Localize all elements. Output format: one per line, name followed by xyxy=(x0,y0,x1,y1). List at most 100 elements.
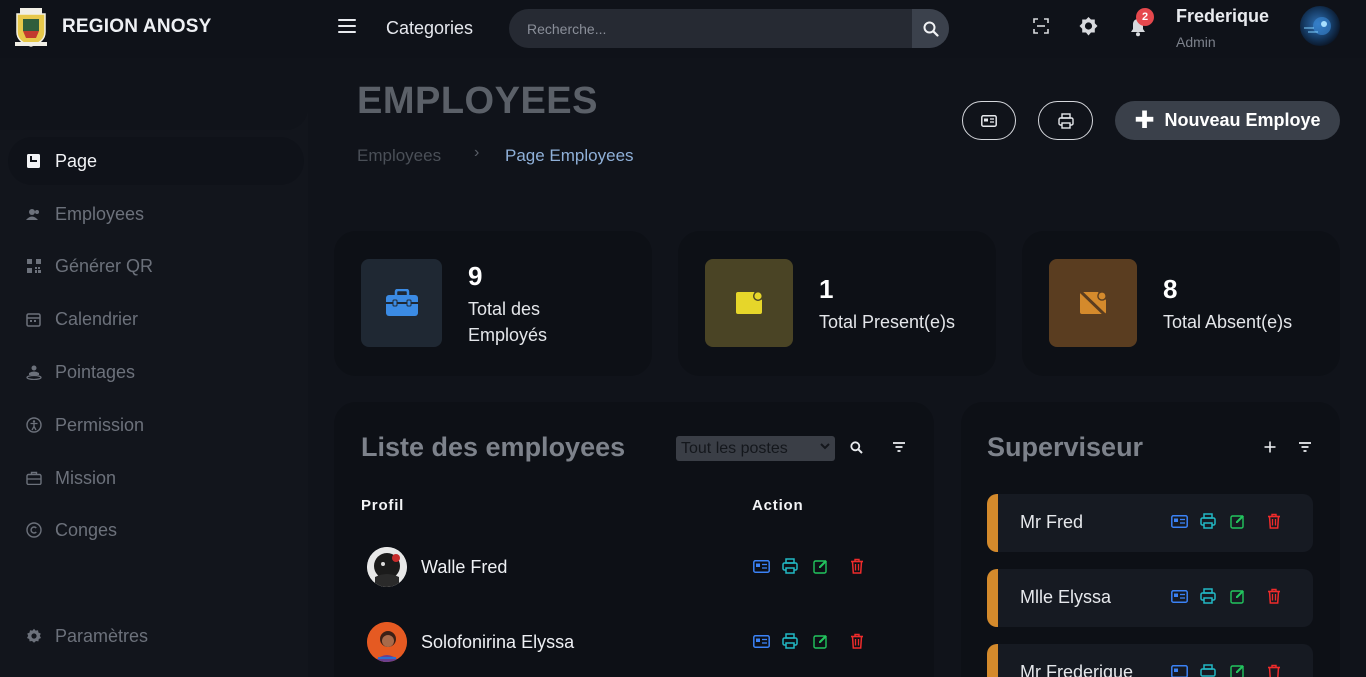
id-card-icon[interactable] xyxy=(1170,587,1188,605)
briefcase-icon xyxy=(25,470,42,487)
post-filter-value: Tout les postes xyxy=(681,439,788,457)
stat-label: Total Absent(e)s xyxy=(1163,312,1293,332)
post-filter-select[interactable]: Tout les postes xyxy=(676,436,835,461)
sidebar-header-spacer xyxy=(0,58,308,130)
page-title: EMPLOYEES xyxy=(357,80,598,122)
supervisor-name: Mr Frederique xyxy=(1020,662,1134,677)
trash-icon[interactable] xyxy=(848,632,866,650)
categories-link[interactable]: Categories xyxy=(386,18,473,39)
sidebar-item-label: Pointages xyxy=(55,361,136,382)
sidebar-item-label: Employees xyxy=(55,203,145,224)
id-card-icon[interactable] xyxy=(1170,662,1188,677)
brand[interactable]: REGION ANOSY xyxy=(14,6,212,48)
stat-card-total-present: 1 Total Present(e)s xyxy=(678,231,996,376)
printer-icon[interactable] xyxy=(1199,512,1217,530)
avatar xyxy=(367,622,407,662)
stat-value: 9 xyxy=(468,261,483,291)
trash-icon[interactable] xyxy=(848,557,866,575)
edit-icon[interactable] xyxy=(811,632,829,650)
sidebar-item-label: Mission xyxy=(55,467,117,488)
theme-toggle-icon[interactable] xyxy=(1077,15,1099,37)
stat-label: Total des Employés xyxy=(468,299,548,345)
edit-icon[interactable] xyxy=(811,557,829,575)
filter-icon[interactable] xyxy=(1296,438,1314,456)
qr-code-icon xyxy=(25,258,42,275)
trash-icon[interactable] xyxy=(1265,662,1283,677)
new-employee-button[interactable]: ✚ Nouveau Employe xyxy=(1115,101,1340,140)
id-card-button[interactable] xyxy=(962,101,1016,140)
id-card-icon[interactable] xyxy=(752,632,770,650)
trash-icon[interactable] xyxy=(1265,512,1283,530)
employee-name: Walle Fred xyxy=(421,557,508,577)
supervisor-row-accent xyxy=(987,494,998,552)
breadcrumb-employees[interactable]: Employees xyxy=(357,146,441,166)
printer-icon xyxy=(1057,112,1074,129)
copyright-icon xyxy=(25,522,42,539)
employees-panel-title: Liste des employees xyxy=(361,432,626,462)
sidebar-item-permission[interactable]: Permission xyxy=(0,401,300,449)
supervisor-row-accent xyxy=(987,569,998,627)
notification-badge: 2 xyxy=(1136,8,1154,26)
user-avatar[interactable] xyxy=(1300,6,1340,46)
search-icon xyxy=(923,21,939,37)
stat-value: 8 xyxy=(1163,274,1178,304)
sidebar-item-conges[interactable]: Conges xyxy=(0,506,300,554)
supervisor-row-accent xyxy=(987,644,998,677)
id-card-icon[interactable] xyxy=(1170,512,1188,530)
supervisor-panel-title: Superviseur xyxy=(987,432,1144,462)
sidebar-item-generer-qr[interactable]: Générer QR xyxy=(0,242,300,290)
id-card-icon[interactable] xyxy=(752,557,770,575)
new-employee-label: Nouveau Employe xyxy=(1164,110,1321,130)
search-bar xyxy=(509,9,949,48)
top-bar: REGION ANOSY Categories 2 Frederi xyxy=(0,0,1366,58)
employee-name: Solofonirina Elyssa xyxy=(421,632,575,652)
sidebar-item-label: Calendrier xyxy=(55,308,139,329)
search-button[interactable] xyxy=(912,9,949,48)
column-header-profil: Profil xyxy=(361,497,405,514)
gear-icon xyxy=(25,628,42,645)
print-button[interactable] xyxy=(1038,101,1093,140)
edit-icon[interactable] xyxy=(1228,512,1246,530)
book-icon xyxy=(25,153,42,170)
sidebar-item-page[interactable]: Page xyxy=(8,137,304,185)
trash-icon[interactable] xyxy=(1265,587,1283,605)
chevron-down-icon xyxy=(820,443,830,450)
add-supervisor-icon[interactable] xyxy=(1261,438,1279,456)
sidebar-item-pointages[interactable]: Pointages xyxy=(0,348,300,396)
printer-icon[interactable] xyxy=(1199,662,1217,677)
breadcrumb-separator-icon: › xyxy=(474,144,480,161)
edit-icon[interactable] xyxy=(1228,662,1246,677)
fullscreen-icon[interactable] xyxy=(1030,15,1052,37)
user-name[interactable]: Frederique xyxy=(1176,6,1269,27)
sidebar-item-label: Permission xyxy=(55,414,145,435)
region-crest-logo xyxy=(15,8,47,47)
column-header-action: Action xyxy=(752,497,804,514)
sidebar-item-parametres[interactable]: Paramètres xyxy=(0,612,300,660)
sidebar-item-label: Paramètres xyxy=(55,625,149,646)
filter-icon[interactable] xyxy=(890,438,908,456)
edit-icon[interactable] xyxy=(1228,587,1246,605)
printer-icon[interactable] xyxy=(781,632,799,650)
users-icon xyxy=(25,206,42,223)
printer-icon[interactable] xyxy=(1199,587,1217,605)
search-icon[interactable] xyxy=(847,438,865,456)
id-card-icon xyxy=(981,114,997,127)
menu-toggle-icon[interactable] xyxy=(338,19,356,35)
brand-name: REGION ANOSY xyxy=(62,16,212,37)
sidebar-item-employees[interactable]: Employees xyxy=(0,190,300,238)
supervisor-name: Mr Fred xyxy=(1020,512,1083,532)
stat-card-total-absent: 8 Total Absent(e)s xyxy=(1022,231,1340,376)
printer-icon[interactable] xyxy=(781,557,799,575)
breadcrumb-current: Page Employees xyxy=(505,146,634,165)
note-icon xyxy=(705,259,793,347)
supervisor-name: Mlle Elyssa xyxy=(1020,587,1112,607)
sidebar-item-mission[interactable]: Mission xyxy=(0,454,300,502)
plus-icon: ✚ xyxy=(1134,106,1155,134)
briefcase-icon xyxy=(361,259,442,347)
search-input[interactable] xyxy=(509,9,909,48)
avatar xyxy=(367,547,407,587)
sidebar-item-calendrier[interactable]: Calendrier xyxy=(0,295,300,343)
calendar-icon xyxy=(25,311,42,328)
stat-card-total-employees: 9 Total des Employés xyxy=(334,231,652,376)
sidebar-item-label: Conges xyxy=(55,519,118,540)
